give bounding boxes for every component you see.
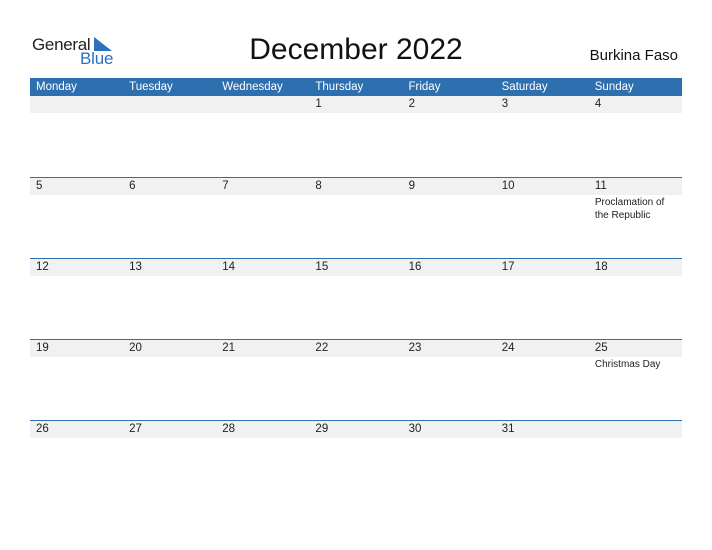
- week-row: 12 13 14 15 16 17 18: [30, 258, 682, 339]
- day-cell[interactable]: [30, 96, 123, 176]
- day-cell[interactable]: 30: [403, 421, 496, 501]
- day-number: 2: [408, 98, 415, 110]
- day-number: 20: [129, 342, 142, 354]
- week-row: 19 20 21 22 23 24 25 Christmas Day: [30, 339, 682, 420]
- weekday-saturday: Saturday: [501, 81, 548, 93]
- holiday-label: Christmas Day: [594, 359, 661, 370]
- day-number: 18: [594, 261, 608, 273]
- day-number: 28: [222, 423, 236, 435]
- day-cell[interactable]: 18: [589, 259, 682, 339]
- day-cell[interactable]: 15: [309, 259, 402, 339]
- day-number: 29: [315, 423, 329, 435]
- weekday-header: Monday Tuesday Wednesday Thursday Friday…: [30, 78, 682, 96]
- day-cell[interactable]: 23: [403, 340, 496, 420]
- day-number: 23: [408, 342, 422, 354]
- day-cell[interactable]: 2: [403, 96, 496, 176]
- day-number: 31: [501, 423, 515, 435]
- week-row: 5 6 7 8 9 10 11 Proclamation of the Republic: [30, 177, 682, 258]
- week-row: 1 2 3 4: [30, 96, 682, 176]
- day-cell[interactable]: 22: [309, 340, 402, 420]
- day-cell[interactable]: 8: [309, 178, 402, 258]
- day-cell[interactable]: 12: [30, 259, 123, 339]
- day-cell[interactable]: 5: [30, 178, 123, 258]
- day-number: 9: [408, 180, 415, 192]
- day-cell[interactable]: 25 Christmas Day: [589, 340, 682, 420]
- day-cell[interactable]: 20: [123, 340, 216, 420]
- day-cell[interactable]: 13: [123, 259, 216, 339]
- weekday-tuesday: Tuesday: [129, 81, 173, 93]
- day-cell[interactable]: [123, 96, 216, 176]
- day-cell[interactable]: 10: [496, 178, 589, 258]
- day-cell[interactable]: 26: [30, 421, 123, 501]
- holiday-label: Proclamation of the Republic: [594, 197, 665, 221]
- day-number: 30: [408, 423, 422, 435]
- weekday-sunday: Sunday: [594, 81, 634, 93]
- day-cell[interactable]: 21: [216, 340, 309, 420]
- day-cell[interactable]: 3: [496, 96, 589, 176]
- day-number: 3: [501, 98, 509, 110]
- day-cell[interactable]: 16: [403, 259, 496, 339]
- day-number: 13: [129, 261, 142, 273]
- week-row: 26 27 28 29 30 31: [30, 420, 682, 501]
- day-cell[interactable]: 29: [309, 421, 402, 501]
- day-cell[interactable]: 7: [216, 178, 309, 258]
- day-cell[interactable]: [589, 421, 682, 501]
- weekday-wednesday: Wednesday: [222, 81, 283, 93]
- day-number: 1: [315, 98, 322, 110]
- day-number: 14: [222, 261, 236, 273]
- weekday-thursday: Thursday: [315, 81, 364, 93]
- day-number: 27: [129, 423, 142, 435]
- weekday-monday: Monday: [36, 81, 77, 93]
- day-cell[interactable]: 31: [496, 421, 589, 501]
- day-cell[interactable]: [216, 96, 309, 176]
- weekday-friday: Friday: [408, 81, 441, 93]
- day-number: 12: [36, 261, 49, 273]
- day-number: 15: [315, 261, 329, 273]
- day-cell[interactable]: 17: [496, 259, 589, 339]
- day-number: 25: [594, 342, 608, 354]
- day-cell[interactable]: 27: [123, 421, 216, 501]
- day-number: 7: [222, 180, 229, 192]
- day-number: 16: [408, 261, 422, 273]
- day-cell[interactable]: 14: [216, 259, 309, 339]
- day-number: 26: [36, 423, 49, 435]
- day-cell[interactable]: 1: [309, 96, 402, 176]
- day-number: 19: [36, 342, 49, 354]
- day-cell[interactable]: 4: [589, 96, 682, 176]
- day-cell[interactable]: 9: [403, 178, 496, 258]
- day-number: 4: [594, 98, 602, 110]
- country-label: Burkina Faso: [589, 47, 678, 64]
- day-number: 8: [315, 180, 322, 192]
- day-number: 22: [315, 342, 329, 354]
- day-number: 21: [222, 342, 236, 354]
- day-cell[interactable]: 24: [496, 340, 589, 420]
- day-cell[interactable]: 19: [30, 340, 123, 420]
- day-number: 17: [501, 261, 515, 273]
- day-cell[interactable]: 6: [123, 178, 216, 258]
- day-number: 5: [36, 180, 43, 192]
- day-number: 6: [129, 180, 136, 192]
- day-cell[interactable]: 28: [216, 421, 309, 501]
- day-cell[interactable]: 11 Proclamation of the Republic: [589, 178, 682, 258]
- day-number: 10: [501, 180, 515, 192]
- day-number: 24: [501, 342, 515, 354]
- day-number: 11: [594, 180, 607, 192]
